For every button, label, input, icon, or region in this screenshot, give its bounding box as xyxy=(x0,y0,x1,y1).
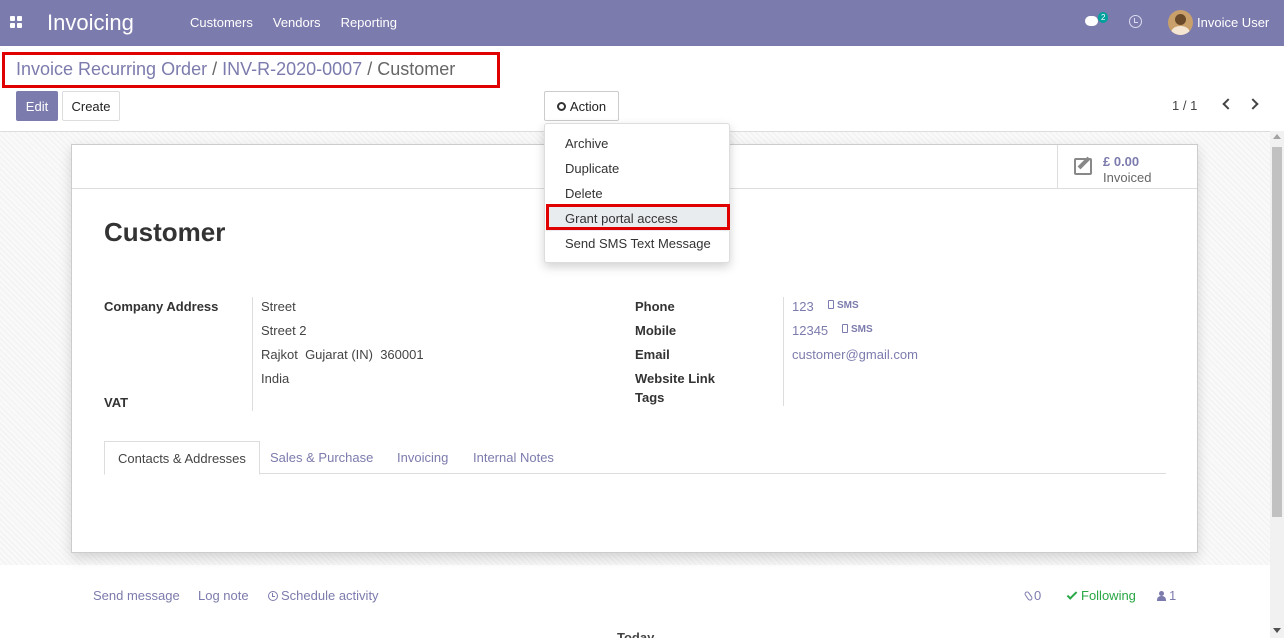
menu-vendors[interactable]: Vendors xyxy=(273,15,321,30)
apps-menu-icon[interactable] xyxy=(10,16,22,28)
mobile-sms-button[interactable]: SMS xyxy=(842,324,873,335)
followers-count: 1 xyxy=(1169,588,1177,603)
record-title: Customer xyxy=(104,217,226,247)
schedule-activity-label: Schedule activity xyxy=(281,588,379,603)
address-street2[interactable]: Street 2 xyxy=(261,323,307,338)
tab-internal-notes[interactable]: Internal Notes xyxy=(460,441,567,474)
tab-contacts-addresses[interactable]: Contacts & Addresses xyxy=(104,441,260,475)
scroll-up-arrow-icon[interactable] xyxy=(1273,134,1281,139)
pencil-square-icon xyxy=(1074,158,1092,175)
create-button[interactable]: Create xyxy=(62,91,120,121)
gear-icon xyxy=(556,101,566,111)
menu-item-delete[interactable]: Delete xyxy=(546,181,730,206)
website-label: Website Link xyxy=(635,371,715,386)
edit-button[interactable]: Edit xyxy=(16,91,58,121)
messaging-icon[interactable]: 2 xyxy=(1085,12,1109,29)
chat-bubble-icon xyxy=(1085,16,1098,26)
schedule-activity-button[interactable]: Schedule activity xyxy=(268,588,379,603)
action-label: Action xyxy=(569,98,607,114)
following-button[interactable]: Following xyxy=(1066,588,1136,603)
email-label: Email xyxy=(635,347,670,362)
address-country[interactable]: India xyxy=(261,371,289,386)
company-address-label: Company Address xyxy=(104,299,219,314)
scrollbar-thumb[interactable] xyxy=(1272,147,1282,517)
action-button[interactable]: Action xyxy=(544,91,619,121)
main-menu: Customers Vendors Reporting xyxy=(190,15,397,30)
invoiced-label: Invoiced xyxy=(1103,170,1152,185)
user-icon xyxy=(1157,591,1166,601)
activity-clock-icon[interactable] xyxy=(1129,15,1142,28)
followers-button[interactable]: 1 xyxy=(1157,588,1176,603)
user-avatar[interactable] xyxy=(1168,10,1193,35)
mobile-label: Mobile xyxy=(635,323,677,338)
notebook-tabs: Contacts & Addresses Sales & Purchase In… xyxy=(104,441,1166,475)
address-street[interactable]: Street xyxy=(261,299,296,314)
clock-icon xyxy=(268,591,278,601)
scroll-down-arrow-icon[interactable] xyxy=(1273,628,1281,633)
tab-sales-purchase[interactable]: Sales & Purchase xyxy=(257,441,386,474)
action-dropdown-menu: Archive Duplicate Delete Grant portal ac… xyxy=(544,123,730,263)
app-title[interactable]: Invoicing xyxy=(47,10,134,36)
phone-label: Phone xyxy=(635,299,675,314)
divider xyxy=(783,297,784,406)
menu-item-duplicate[interactable]: Duplicate xyxy=(546,156,730,181)
address-city-state-zip[interactable]: Rajkot Gujarat (IN) 360001 xyxy=(261,347,424,362)
tags-label: Tags xyxy=(635,390,665,405)
attachments-count: 0 xyxy=(1034,588,1042,603)
log-note-button[interactable]: Log note xyxy=(198,588,249,603)
top-navbar: Invoicing Customers Vendors Reporting 2 … xyxy=(0,0,1284,46)
user-name[interactable]: Invoice User xyxy=(1197,15,1269,30)
check-icon xyxy=(1066,589,1078,600)
phone-value[interactable]: 123 xyxy=(792,299,814,314)
breadcrumb-highlight-box xyxy=(2,52,500,88)
following-label: Following xyxy=(1081,588,1136,603)
divider xyxy=(252,297,253,411)
menu-reporting[interactable]: Reporting xyxy=(341,15,397,30)
tab-invoicing[interactable]: Invoicing xyxy=(384,441,461,474)
send-message-button[interactable]: Send message xyxy=(93,588,180,603)
today-separator: Today xyxy=(617,630,655,638)
attachments-button[interactable]: 0 xyxy=(1023,588,1042,603)
chat-counter-badge: 2 xyxy=(1098,12,1109,23)
menu-item-archive[interactable]: Archive xyxy=(546,131,730,156)
chevron-left-icon[interactable] xyxy=(1222,98,1234,110)
grant-portal-highlight-box xyxy=(546,204,730,230)
menu-customers[interactable]: Customers xyxy=(190,15,253,30)
menu-item-send-sms[interactable]: Send SMS Text Message xyxy=(546,231,730,256)
pager-value[interactable]: 1 / 1 xyxy=(1172,98,1197,113)
paperclip-icon xyxy=(1023,590,1034,602)
mobile-value[interactable]: 12345 xyxy=(792,323,828,338)
chevron-right-icon[interactable] xyxy=(1247,98,1259,110)
email-value[interactable]: customer@gmail.com xyxy=(792,347,918,362)
vat-label: VAT xyxy=(104,395,129,410)
phone-sms-button[interactable]: SMS xyxy=(828,300,859,311)
invoiced-amount: £ 0.00 xyxy=(1103,154,1140,169)
invoiced-stat-button[interactable]: £ 0.00 Invoiced xyxy=(1057,145,1197,189)
